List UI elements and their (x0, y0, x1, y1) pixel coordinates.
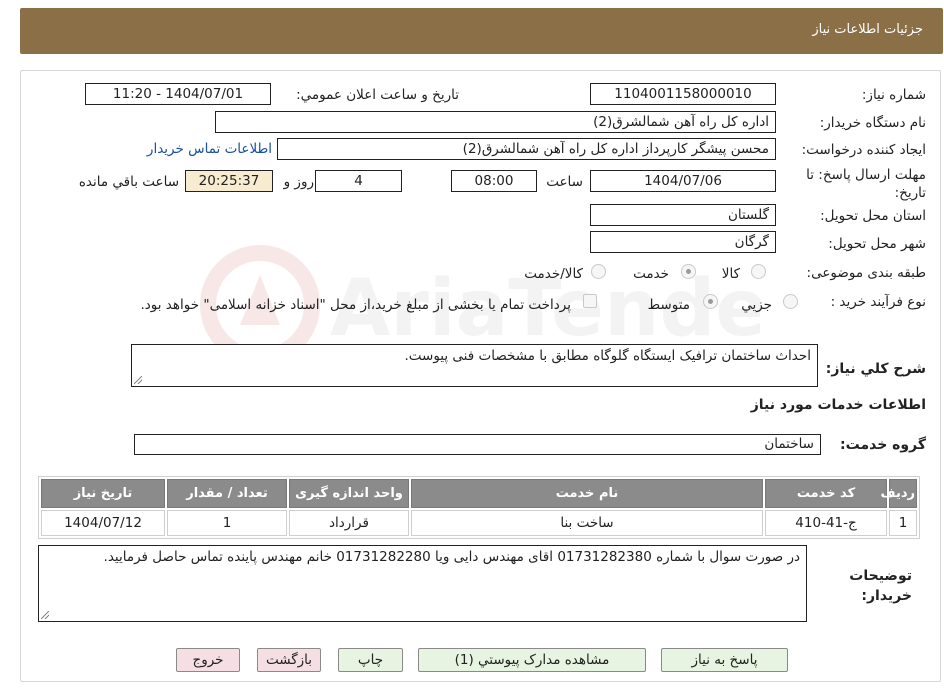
category-radio-goods[interactable] (751, 264, 766, 279)
buyer-notes-label: توضيحات خريدار: (849, 568, 912, 604)
page-title: جزئيات اطلاعات نياز (812, 22, 923, 37)
resize-grip-icon[interactable] (134, 376, 142, 384)
buyer-org-field: اداره کل راه آهن شمالشرق(2) (215, 111, 776, 133)
cell-quantity: 1 (167, 510, 287, 536)
col-header-service-code: کد خدمت (765, 479, 887, 508)
buyer-org-label: نام دستگاه خريدار: (819, 115, 926, 131)
services-table-header: رديف کد خدمت نام خدمت واحد اندازه گيری ت… (41, 479, 917, 508)
cell-row-no: 1 (889, 510, 917, 536)
col-header-unit: واحد اندازه گيری (289, 479, 409, 508)
cell-unit: قرارداد (289, 510, 409, 536)
service-group-field: ساختمان (134, 434, 821, 455)
requester-field: محسن پيشگر کارپرداز اداره کل راه آهن شما… (277, 138, 776, 160)
category-option-goods: کالا (721, 266, 740, 282)
buyer-notes-textarea: در صورت سوال با شماره 01731282380 اقای م… (38, 545, 807, 622)
col-header-need-date: تاريخ نياز (41, 479, 165, 508)
cell-service-name: ساخت بنا (411, 510, 763, 536)
reply-button[interactable]: پاسخ به نياز (661, 648, 788, 672)
services-table: رديف کد خدمت نام خدمت واحد اندازه گيری ت… (38, 476, 920, 539)
remaining-time-label: ساعت باقي مانده (78, 174, 179, 190)
cell-need-date: 1404/07/12 (41, 510, 165, 536)
print-button[interactable]: چاپ (338, 648, 403, 672)
buyer-contact-link[interactable]: اطلاعات تماس خريدار (147, 141, 272, 157)
process-radio-medium[interactable] (703, 294, 718, 309)
province-field: گلستان (590, 204, 776, 226)
process-label: نوع فرآيند خريد : (830, 294, 926, 310)
days-label: روز و (283, 174, 314, 190)
summary-label: شرح کلي نياز: (825, 361, 926, 377)
col-header-row-no: رديف (880, 479, 917, 508)
need-number-label: شماره نياز: (861, 87, 926, 103)
table-row: 1 ج-41-410 ساخت بنا قرارداد 1 1404/07/12 (41, 510, 917, 536)
deadline-date-field: 1404/07/06 (590, 170, 776, 192)
deadline-time-field: 08:00 (451, 170, 537, 192)
announce-label: تاريخ و ساعت اعلان عمومي: (296, 87, 459, 103)
requester-label: ايجاد کننده درخواست: (801, 142, 926, 158)
page-header: جزئيات اطلاعات نياز (20, 8, 943, 54)
treasury-checkbox[interactable] (583, 294, 597, 308)
remaining-time-field: 20:25:37 (185, 170, 273, 192)
category-option-service: خدمت (633, 266, 669, 282)
back-button[interactable]: بازگشت (257, 648, 321, 672)
view-attachments-button[interactable]: مشاهده مدارک پيوستي (1) (418, 648, 646, 672)
treasury-payment-note: پرداخت تمام يا بخشی از مبلغ خريد،از محل … (140, 297, 571, 313)
summary-textarea: احداث ساختمان ترافيک ايستگاه گلوگاه مطاب… (131, 344, 818, 387)
resize-grip-icon[interactable] (41, 611, 49, 619)
col-header-service-name: نام خدمت (411, 479, 763, 508)
exit-button[interactable]: خروج (176, 648, 240, 672)
days-field: 4 (315, 170, 402, 192)
service-group-label: گروه خدمت: (840, 437, 926, 453)
deadline-time-label: ساعت (546, 174, 583, 190)
announce-field: 1404/07/01 - 11:20 (85, 83, 271, 105)
summary-text: احداث ساختمان ترافيک ايستگاه گلوگاه مطاب… (404, 348, 811, 364)
services-section-title: اطلاعات خدمات مورد نياز (750, 397, 926, 413)
cell-service-code: ج-41-410 (765, 510, 887, 536)
process-option-medium: متوسط (647, 297, 690, 313)
province-label: استان محل تحويل: (820, 208, 926, 224)
need-number-field: 1104001158000010 (590, 83, 776, 105)
process-radio-minor[interactable] (783, 294, 798, 309)
buyer-notes-text: در صورت سوال با شماره 01731282380 اقای م… (103, 549, 800, 565)
deadline-label: مهلت ارسال پاسخ: تا تاريخ: (806, 167, 926, 201)
city-label: شهر محل تحويل: (828, 236, 926, 252)
category-option-goods-service: کالا/خدمت (524, 266, 583, 282)
category-radio-service[interactable] (681, 264, 696, 279)
category-radio-goods-service[interactable] (591, 264, 606, 279)
category-label: طبقه بندی موضوعی: (806, 265, 926, 281)
city-field: گرگان (590, 231, 776, 253)
process-option-minor: جزيي (741, 297, 772, 313)
col-header-quantity: تعداد / مقدار (167, 479, 287, 508)
